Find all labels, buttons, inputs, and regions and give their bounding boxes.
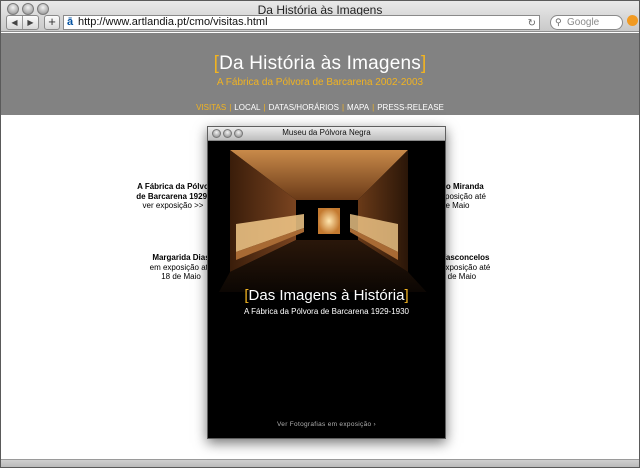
- search-icon: ⚲: [555, 17, 562, 27]
- status-bar: [1, 459, 639, 467]
- forward-button[interactable]: ▶: [22, 16, 38, 29]
- popup-title: Museu da Pólvora Negra: [282, 128, 371, 137]
- site-subtitle: A Fábrica da Pólvora de Barcarena 2002-2…: [216, 77, 424, 88]
- popup-subtitle: A Fábrica da Pólvora de Barcarena 1929-1…: [244, 307, 409, 316]
- address-bar[interactable]: ā http://www.artlandia.pt/cmo/visitas.ht…: [63, 15, 540, 30]
- exhibition-right-bottom[interactable]: Vasconcelos exposição até 8 de Maio: [441, 253, 501, 282]
- site-title: [Da História às Imagens]: [213, 53, 427, 74]
- menu-item-visitas[interactable]: VISITAS: [196, 103, 226, 112]
- search-field[interactable]: ⚲ Google: [550, 15, 623, 30]
- popup-window: Museu da Pólvora Negra [Das Imagens à Hi…: [207, 126, 446, 439]
- menu-item-datas-horarios[interactable]: DATAS/HORÁRIOS: [269, 103, 339, 112]
- navigation-buttons: ◀ ▶: [6, 15, 39, 30]
- reload-icon[interactable]: ↻: [528, 17, 536, 30]
- menu-item-local[interactable]: LOCAL: [234, 103, 260, 112]
- address-url: http://www.artlandia.pt/cmo/visitas.html: [78, 16, 268, 28]
- site-menu: VISITAS | LOCAL | DATAS/HORÁRIOS | MAPA | PRESS-…: [196, 103, 444, 112]
- site-favicon-icon: ā: [67, 16, 74, 28]
- exhibition-right-top[interactable]: no Miranda xposição até de Maio: [441, 182, 501, 211]
- rss-icon[interactable]: [627, 15, 638, 26]
- back-button[interactable]: ◀: [7, 16, 22, 29]
- browser-toolbar: Da História às Imagens ◀ ▶ + ā http://ww…: [1, 1, 639, 32]
- menu-item-press-release[interactable]: PRESS-RELEASE: [377, 103, 444, 112]
- add-bookmark-button[interactable]: +: [44, 15, 60, 30]
- popup-titlebar[interactable]: Museu da Pólvora Negra: [208, 127, 445, 141]
- view-photos-link[interactable]: Ver Fotografias em exposição ›: [208, 421, 445, 428]
- search-placeholder: Google: [567, 17, 600, 28]
- exhibition-left-top[interactable]: A Fábrica da Pólvo de Barcarena 1929- ve…: [133, 182, 213, 211]
- menu-item-mapa[interactable]: MAPA: [347, 103, 369, 112]
- popup-heading: [Das Imagens à História]: [244, 287, 409, 304]
- browser-window: Da História às Imagens ◀ ▶ + ā http://ww…: [0, 0, 640, 468]
- site-header: [Da História às Imagens] A Fábrica da Pó…: [1, 33, 639, 115]
